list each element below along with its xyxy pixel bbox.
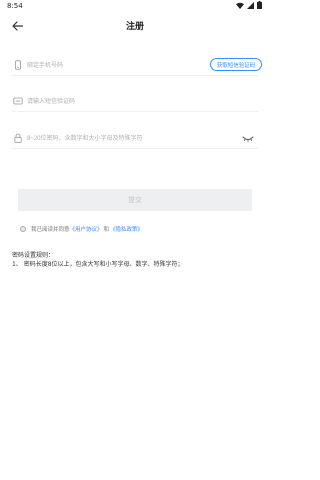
get-sms-code-button[interactable]: 获取短信验证码 [210, 58, 262, 71]
sms-code-input[interactable] [27, 95, 187, 108]
phone-input[interactable] [27, 59, 187, 72]
battery-icon [257, 1, 262, 9]
sms-code-field [12, 93, 258, 112]
privacy-policy-link[interactable]: 《隐私政策》 [110, 225, 143, 233]
agreement-and: 和 [103, 227, 110, 233]
eye-closed-icon[interactable] [242, 134, 254, 143]
wifi-icon [236, 2, 244, 9]
status-time: 8:54 [7, 2, 23, 10]
status-icons [236, 1, 262, 9]
signal-icon [247, 1, 254, 9]
password-rules-title: 密码设置规则： [12, 252, 55, 259]
password-field [12, 130, 258, 149]
password-input[interactable] [27, 132, 227, 145]
app-header: 注册 [0, 12, 270, 40]
agreement-row: 我已阅读并同意 《用户协议》 和 《隐私政策》 [20, 225, 143, 233]
phone-icon [15, 60, 21, 70]
page-title: 注册 [125, 22, 144, 32]
lock-icon [14, 133, 22, 143]
status-bar: 8:54 [0, 0, 270, 12]
agreement-prefix: 我已阅读并同意 [31, 227, 70, 233]
message-code-icon [13, 97, 23, 105]
agreement-checkbox[interactable] [20, 226, 26, 232]
user-agreement-link[interactable]: 《用户协议》 [70, 225, 103, 233]
password-rule-item: 1、 密码长度8位以上，包含大写和小写字母、数字、特殊字符； [12, 261, 184, 268]
submit-button[interactable]: 提交 [18, 189, 252, 211]
password-rules: 密码设置规则： 1、 密码长度8位以上，包含大写和小写字母、数字、特殊字符； [12, 251, 184, 269]
